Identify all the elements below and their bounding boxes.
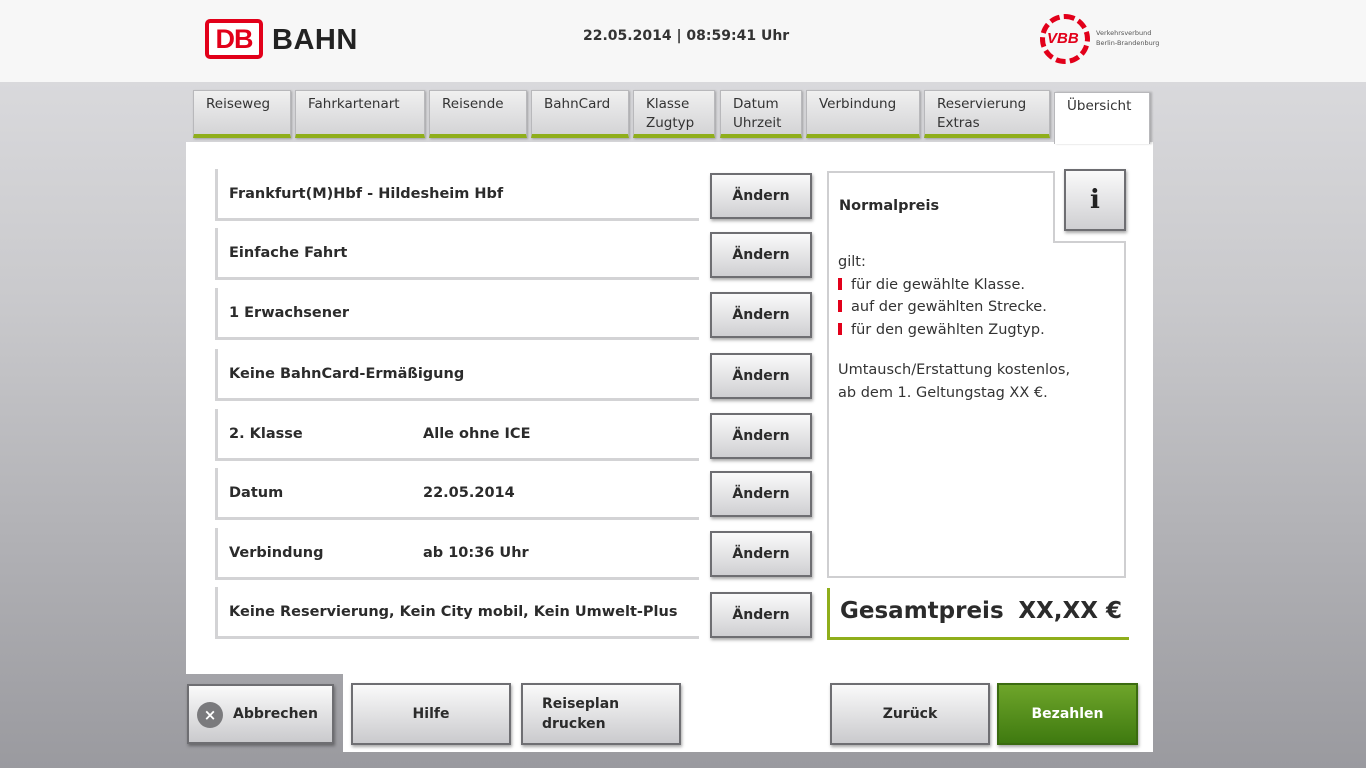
summary-row-class: 2. Klasse Alle ohne ICE bbox=[215, 409, 699, 461]
tab-label: Reservierung bbox=[937, 96, 1027, 112]
summary-row-date: Datum 22.05.2014 bbox=[215, 468, 699, 520]
tab-fahrkartenart[interactable]: Fahrkartenart bbox=[295, 90, 425, 138]
tab-label: BahnCard bbox=[544, 96, 611, 112]
info-button[interactable]: i bbox=[1064, 169, 1126, 231]
fare-bullet: für den gewählten Zugtyp. bbox=[838, 319, 1124, 342]
print-itinerary-button[interactable]: Reiseplan drucken bbox=[521, 683, 681, 745]
total-price-label: Gesamtpreis bbox=[840, 598, 1004, 624]
change-date-button[interactable]: Ändern bbox=[710, 471, 812, 517]
red-bullet-icon bbox=[838, 300, 842, 312]
back-button-label: Zurück bbox=[882, 706, 938, 722]
fare-note-line1: Umtausch/Erstattung kostenlos, bbox=[838, 362, 1071, 378]
summary-row-ticket-type: Einfache Fahrt bbox=[215, 228, 699, 280]
help-button[interactable]: Hilfe bbox=[351, 683, 511, 745]
tab-label: Übersicht bbox=[1067, 98, 1132, 114]
vbb-subtitle-line1: Verkehrsverbund bbox=[1096, 29, 1152, 37]
row-label: Verbindung bbox=[229, 545, 324, 561]
change-ticket-type-button[interactable]: Ändern bbox=[710, 232, 812, 278]
tab-label: Klasse bbox=[646, 96, 690, 112]
row-label: Keine BahnCard-Ermäßigung bbox=[229, 366, 465, 382]
tab-label: Reisende bbox=[442, 96, 504, 112]
total-price: Gesamtpreis XX,XX € bbox=[827, 588, 1129, 640]
tab-verbindung[interactable]: Verbindung bbox=[806, 90, 920, 138]
row-label: 2. Klasse bbox=[229, 426, 303, 442]
row-label: 1 Erwachsener bbox=[229, 305, 350, 321]
summary-row-route: Frankfurt(M)Hbf - Hildesheim Hbf bbox=[215, 169, 699, 221]
change-travellers-button[interactable]: Ändern bbox=[710, 292, 812, 338]
brand-name: BAHN bbox=[272, 24, 358, 56]
vbb-subtitle: Verkehrsverbund Berlin-Brandenburg bbox=[1096, 28, 1186, 48]
tab-label-line2: Zugtyp bbox=[646, 115, 695, 131]
red-bullet-icon bbox=[838, 277, 842, 290]
header: DB BAHN 22.05.2014 | 08:59:41 Uhr VBB Ve… bbox=[0, 0, 1366, 82]
row-label: Einfache Fahrt bbox=[229, 245, 348, 261]
pay-button[interactable]: Bezahlen bbox=[997, 683, 1138, 745]
vbb-logo-text: VBB bbox=[1047, 30, 1079, 47]
summary-row-extras: Keine Reservierung, Kein City mobil, Kei… bbox=[215, 587, 699, 639]
tab-datum-uhrzeit[interactable]: Datum Uhrzeit bbox=[720, 90, 802, 138]
row-value: Alle ohne ICE bbox=[423, 426, 531, 442]
cancel-button-label: Abbrechen bbox=[233, 706, 319, 722]
vbb-logo: VBB bbox=[1040, 14, 1090, 64]
fare-bullet: für die gewählte Klasse. bbox=[838, 274, 1124, 297]
info-icon: i bbox=[1090, 185, 1100, 215]
summary-row-connection: Verbindung ab 10:36 Uhr bbox=[215, 528, 699, 580]
change-extras-button[interactable]: Ändern bbox=[710, 592, 812, 638]
back-button[interactable]: Zurück bbox=[830, 683, 990, 745]
fare-title: Normalpreis bbox=[839, 198, 940, 214]
row-label: Datum bbox=[229, 485, 284, 501]
cancel-button[interactable]: × Abbrechen bbox=[187, 684, 334, 744]
fare-info-box: gilt: für die gewählte Klasse. auf der g… bbox=[827, 241, 1126, 578]
print-button-label-line1: Reiseplan bbox=[542, 696, 620, 712]
change-route-button[interactable]: Ändern bbox=[710, 173, 812, 219]
tab-klasse-zugtyp[interactable]: Klasse Zugtyp bbox=[633, 90, 715, 138]
tab-uebersicht[interactable]: Übersicht bbox=[1054, 92, 1150, 144]
row-label: Frankfurt(M)Hbf - Hildesheim Hbf bbox=[229, 186, 504, 202]
date-time: 22.05.2014 | 08:59:41 Uhr bbox=[583, 28, 790, 44]
row-value: 22.05.2014 bbox=[423, 485, 515, 501]
change-connection-button[interactable]: Ändern bbox=[710, 531, 812, 577]
tab-label-line2: Extras bbox=[937, 115, 980, 131]
tab-reisende[interactable]: Reisende bbox=[429, 90, 527, 138]
row-value: ab 10:36 Uhr bbox=[423, 545, 529, 561]
row-label: Keine Reservierung, Kein City mobil, Kei… bbox=[229, 604, 678, 620]
tab-reservierung-extras[interactable]: Reservierung Extras bbox=[924, 90, 1050, 138]
tab-label: Reiseweg bbox=[206, 96, 271, 112]
fare-note-line2: ab dem 1. Geltungstag XX €. bbox=[838, 384, 1048, 401]
pay-button-label: Bezahlen bbox=[1031, 706, 1104, 722]
total-price-value: XX,XX € bbox=[1018, 598, 1122, 624]
fare-info-tab: Normalpreis bbox=[827, 171, 1055, 243]
fare-intro: gilt: bbox=[838, 254, 866, 270]
tab-bahncard[interactable]: BahnCard bbox=[531, 90, 629, 138]
db-logo: DB bbox=[205, 19, 263, 59]
help-button-label: Hilfe bbox=[412, 706, 450, 722]
change-class-button[interactable]: Ändern bbox=[710, 413, 812, 459]
vbb-subtitle-line2: Berlin-Brandenburg bbox=[1096, 39, 1160, 47]
tab-label-line2: Uhrzeit bbox=[733, 115, 782, 131]
summary-row-travellers: 1 Erwachsener bbox=[215, 288, 699, 340]
print-button-label-line2: drucken bbox=[542, 716, 606, 732]
fare-bullet: auf der gewählten Strecke. bbox=[838, 296, 1124, 319]
tab-label: Fahrkartenart bbox=[308, 96, 400, 112]
tab-label: Verbindung bbox=[819, 96, 897, 112]
tab-reiseweg[interactable]: Reiseweg bbox=[193, 90, 291, 138]
summary-row-bahncard: Keine BahnCard-Ermäßigung bbox=[215, 349, 699, 401]
change-bahncard-button[interactable]: Ändern bbox=[710, 353, 812, 399]
tab-label: Datum bbox=[733, 96, 779, 112]
red-bullet-icon bbox=[838, 322, 842, 335]
